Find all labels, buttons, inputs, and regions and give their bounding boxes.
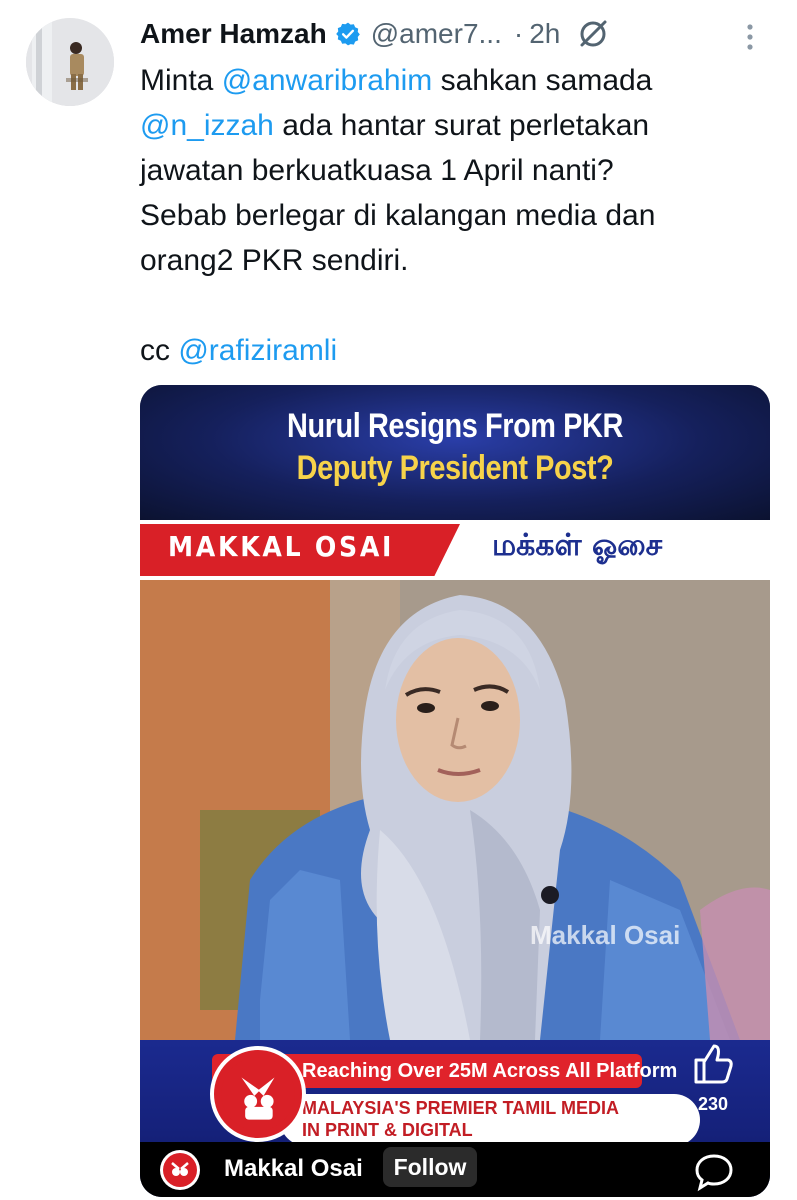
mention-link[interactable]: @n_izzah <box>140 109 274 142</box>
comment-bubble-icon[interactable] <box>692 1150 736 1194</box>
tweet-media[interactable]: Nurul Resigns From PKR Deputy President … <box>140 385 770 1197</box>
author-name[interactable]: Amer Hamzah <box>140 18 327 50</box>
mention-link[interactable]: @rafiziramli <box>178 334 337 367</box>
author-avatar[interactable] <box>26 18 114 106</box>
author-handle[interactable]: @amer7... <box>371 18 502 50</box>
tweet-text-line: @n_izzah ada hantar surat perletakan <box>140 103 760 148</box>
tweet-text-line: cc @rafiziramli <box>140 328 760 373</box>
channel-avatar[interactable] <box>160 1150 200 1190</box>
headline-line-1: Nurul Resigns From PKR <box>287 407 623 445</box>
more-vertical-icon[interactable] <box>738 20 762 54</box>
tweet-text-line <box>140 283 760 328</box>
channel-name[interactable]: Makkal Osai <box>224 1155 363 1183</box>
watermark-text: Makkal Osai <box>530 920 681 950</box>
tweet-header: Amer Hamzah @amer7... · 2h <box>140 14 610 54</box>
tweet-text-line: orang2 PKR sendiri. <box>140 238 760 283</box>
tweet-text-line: jawatan berkuatkuasa 1 April nanti? <box>140 148 760 193</box>
premier-line-2: IN PRINT & DIGITAL <box>302 1120 473 1140</box>
tweet-text: Minta @anwaribrahim sahkan samada @n_izza… <box>140 58 760 373</box>
tweet-text-fragment: Minta <box>140 64 222 97</box>
verified-badge-icon <box>335 21 361 47</box>
tweet-text-fragment: cc <box>140 334 179 367</box>
tweet-time[interactable]: 2h <box>529 18 560 50</box>
tweet-text-fragment: Sebab berlegar di kalangan media dan <box>140 199 656 232</box>
tweet-text-fragment: orang2 PKR sendiri. <box>140 244 409 277</box>
premier-line-1: MALAYSIA'S PREMIER TAMIL MEDIA <box>302 1098 619 1118</box>
like-count: 230 <box>698 1094 729 1114</box>
grok-icon[interactable] <box>576 17 610 51</box>
tweet-text-line: Minta @anwaribrahim sahkan samada <box>140 58 760 103</box>
reach-text: Reaching Over 25M Across All Platform <box>302 1060 678 1082</box>
brand-bar: MAKKAL OSAI மக்கள் ஓசை <box>140 520 770 580</box>
thumbs-up-icon[interactable] <box>690 1040 736 1086</box>
follow-button[interactable]: Follow <box>383 1147 477 1187</box>
brand-tamil: மக்கள் ஓசை <box>492 528 663 563</box>
headline-line-2: Deputy President Post? <box>296 449 614 487</box>
makkal-osai-logo-icon <box>210 1046 306 1142</box>
headline-banner: Nurul Resigns From PKR Deputy President … <box>140 385 770 520</box>
header-separator: · <box>513 18 524 49</box>
mention-link[interactable]: @anwaribrahim <box>222 64 433 97</box>
news-photo: Makkal Osai <box>140 580 770 1040</box>
tweet-text-line: Sebab berlegar di kalangan media dan <box>140 193 760 238</box>
brand-latin: MAKKAL OSAI <box>168 530 395 563</box>
tweet-text-fragment: sahkan samada <box>432 64 653 97</box>
tweet-text-fragment: ada hantar surat perletakan <box>273 109 650 142</box>
tweet-text-fragment: jawatan berkuatkuasa 1 April nanti? <box>140 154 614 187</box>
